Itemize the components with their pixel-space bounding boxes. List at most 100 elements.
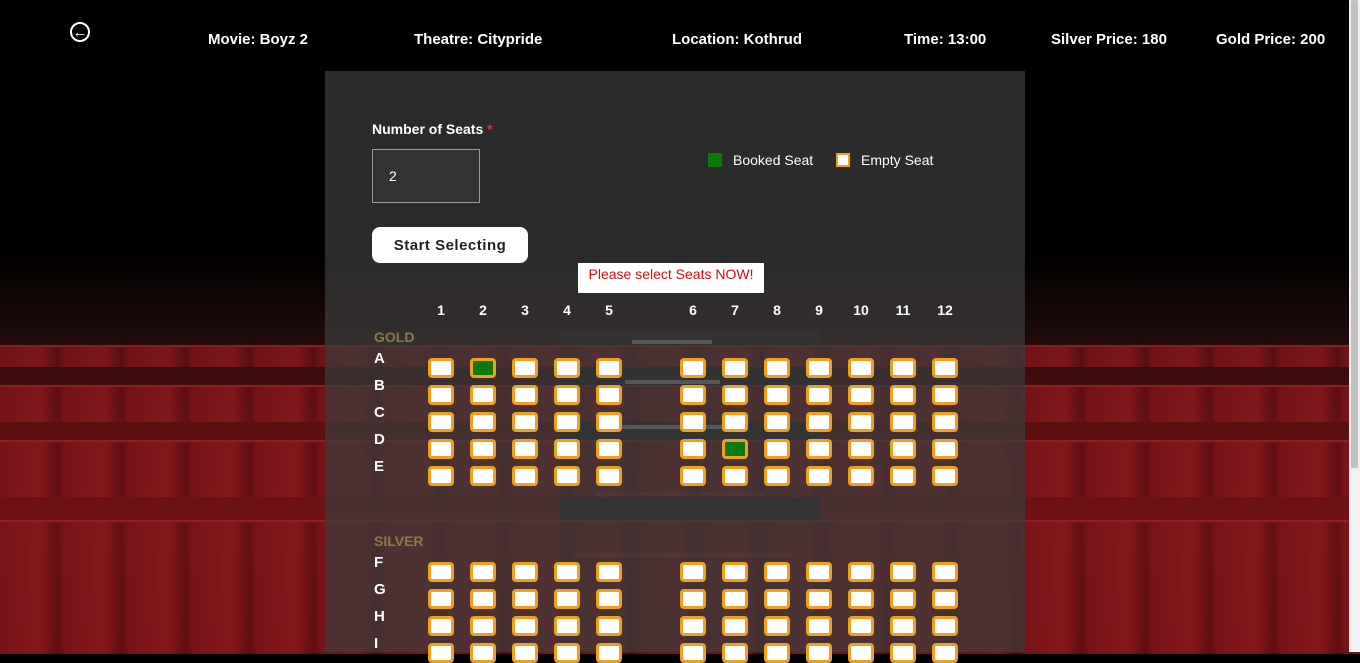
seat-A1[interactable]	[428, 358, 454, 378]
seat-B9[interactable]	[806, 385, 832, 405]
seat-D1[interactable]	[428, 439, 454, 459]
seat-D12[interactable]	[932, 439, 958, 459]
seat-I11[interactable]	[890, 643, 916, 663]
seat-I9[interactable]	[806, 643, 832, 663]
seat-F1[interactable]	[428, 562, 454, 582]
seat-C6[interactable]	[680, 412, 706, 432]
seat-I8[interactable]	[764, 643, 790, 663]
seat-A7[interactable]	[722, 358, 748, 378]
start-selecting-button[interactable]: Start Selecting	[372, 227, 528, 263]
back-arrow-icon[interactable]: ←	[70, 22, 90, 42]
seat-B12[interactable]	[932, 385, 958, 405]
seat-F11[interactable]	[890, 562, 916, 582]
seat-H2[interactable]	[470, 616, 496, 636]
seat-C3[interactable]	[512, 412, 538, 432]
seat-E4[interactable]	[554, 466, 580, 486]
seat-H7[interactable]	[722, 616, 748, 636]
seat-H9[interactable]	[806, 616, 832, 636]
seat-B1[interactable]	[428, 385, 454, 405]
seat-G4[interactable]	[554, 589, 580, 609]
scrollbar[interactable]	[1349, 0, 1360, 652]
seat-A6[interactable]	[680, 358, 706, 378]
seat-A3[interactable]	[512, 358, 538, 378]
seat-C7[interactable]	[722, 412, 748, 432]
seat-D2[interactable]	[470, 439, 496, 459]
seat-D8[interactable]	[764, 439, 790, 459]
seat-A9[interactable]	[806, 358, 832, 378]
seat-H1[interactable]	[428, 616, 454, 636]
seat-A12[interactable]	[932, 358, 958, 378]
seat-I4[interactable]	[554, 643, 580, 663]
seat-A4[interactable]	[554, 358, 580, 378]
seat-H8[interactable]	[764, 616, 790, 636]
seat-G11[interactable]	[890, 589, 916, 609]
seat-E7[interactable]	[722, 466, 748, 486]
seat-E11[interactable]	[890, 466, 916, 486]
seat-F4[interactable]	[554, 562, 580, 582]
seat-F9[interactable]	[806, 562, 832, 582]
seat-G9[interactable]	[806, 589, 832, 609]
seat-C12[interactable]	[932, 412, 958, 432]
seat-C2[interactable]	[470, 412, 496, 432]
seat-F7[interactable]	[722, 562, 748, 582]
seat-I1[interactable]	[428, 643, 454, 663]
seat-G12[interactable]	[932, 589, 958, 609]
seat-D9[interactable]	[806, 439, 832, 459]
seat-D7[interactable]	[722, 439, 748, 459]
seat-B10[interactable]	[848, 385, 874, 405]
seat-B7[interactable]	[722, 385, 748, 405]
seat-E2[interactable]	[470, 466, 496, 486]
seat-B8[interactable]	[764, 385, 790, 405]
seat-I7[interactable]	[722, 643, 748, 663]
seat-C8[interactable]	[764, 412, 790, 432]
seat-A2[interactable]	[470, 358, 496, 378]
seat-G1[interactable]	[428, 589, 454, 609]
seat-B3[interactable]	[512, 385, 538, 405]
seat-C11[interactable]	[890, 412, 916, 432]
seat-F2[interactable]	[470, 562, 496, 582]
seat-D5[interactable]	[596, 439, 622, 459]
seat-D4[interactable]	[554, 439, 580, 459]
seat-G2[interactable]	[470, 589, 496, 609]
seat-F8[interactable]	[764, 562, 790, 582]
seat-I10[interactable]	[848, 643, 874, 663]
seat-I2[interactable]	[470, 643, 496, 663]
seat-G7[interactable]	[722, 589, 748, 609]
seat-H12[interactable]	[932, 616, 958, 636]
seat-C10[interactable]	[848, 412, 874, 432]
num-seats-input[interactable]	[372, 149, 480, 203]
seat-H10[interactable]	[848, 616, 874, 636]
seat-G3[interactable]	[512, 589, 538, 609]
seat-C9[interactable]	[806, 412, 832, 432]
seat-D10[interactable]	[848, 439, 874, 459]
seat-I5[interactable]	[596, 643, 622, 663]
seat-D6[interactable]	[680, 439, 706, 459]
seat-G5[interactable]	[596, 589, 622, 609]
seat-A10[interactable]	[848, 358, 874, 378]
seat-B11[interactable]	[890, 385, 916, 405]
seat-E9[interactable]	[806, 466, 832, 486]
seat-D11[interactable]	[890, 439, 916, 459]
seat-G8[interactable]	[764, 589, 790, 609]
seat-B4[interactable]	[554, 385, 580, 405]
seat-E5[interactable]	[596, 466, 622, 486]
seat-F10[interactable]	[848, 562, 874, 582]
seat-A8[interactable]	[764, 358, 790, 378]
seat-G6[interactable]	[680, 589, 706, 609]
seat-F5[interactable]	[596, 562, 622, 582]
seat-C5[interactable]	[596, 412, 622, 432]
seat-A11[interactable]	[890, 358, 916, 378]
seat-E6[interactable]	[680, 466, 706, 486]
seat-I6[interactable]	[680, 643, 706, 663]
seat-E3[interactable]	[512, 466, 538, 486]
seat-E8[interactable]	[764, 466, 790, 486]
scrollbar-thumb[interactable]	[1351, 0, 1358, 468]
seat-A5[interactable]	[596, 358, 622, 378]
seat-G10[interactable]	[848, 589, 874, 609]
seat-H3[interactable]	[512, 616, 538, 636]
seat-F12[interactable]	[932, 562, 958, 582]
seat-C4[interactable]	[554, 412, 580, 432]
seat-H6[interactable]	[680, 616, 706, 636]
seat-I12[interactable]	[932, 643, 958, 663]
seat-E12[interactable]	[932, 466, 958, 486]
